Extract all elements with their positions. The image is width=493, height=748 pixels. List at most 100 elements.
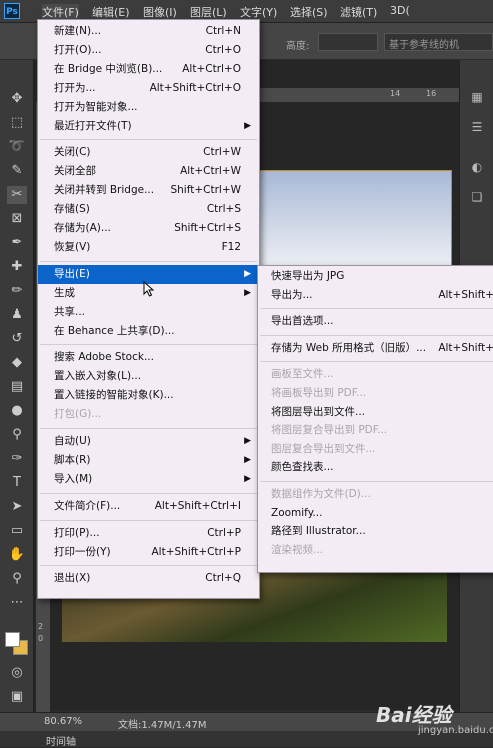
file-menu-item-m[interactable]: 导入(M) ▶ (38, 470, 259, 489)
marquee-tool-icon[interactable]: ⬚ (7, 114, 27, 132)
menu-item-shortcut: Alt+Ctrl+O (182, 62, 241, 75)
guide-slices-button[interactable]: 基于参考线的机 (384, 33, 493, 51)
menu-item-shortcut: F12 (221, 240, 241, 253)
path-select-icon[interactable]: ➤ (7, 498, 27, 516)
file-menu-item-v[interactable]: 恢复(V) F12 (38, 238, 259, 257)
file-menu-item-r[interactable]: 脚本(R) ▶ (38, 451, 259, 470)
file-menu-item-0-4[interactable]: 打开为智能对象... (38, 98, 259, 117)
menu-filter[interactable]: 滤镜(T) (340, 4, 377, 20)
file-menu-item-y[interactable]: 打印一份(Y) Alt+Shift+Ctrl+P (38, 543, 259, 562)
file-menu-item-bridge[interactable]: 关闭并转到 Bridge... Shift+Ctrl+W (38, 181, 259, 200)
submenu-arrow-icon: ▶ (244, 473, 251, 484)
file-menu-item-x[interactable]: 退出(X) Ctrl+Q (38, 569, 259, 588)
export-menu-item-3-5[interactable]: 颜色查找表... (258, 458, 493, 477)
export-menu-item-0-1[interactable]: 导出为... Alt+Shift+ (258, 286, 493, 305)
screen-mode-icon[interactable]: ▣ (7, 688, 27, 706)
menu-item-shortcut: Alt+Shift+Ctrl+P (151, 545, 242, 558)
menu-item-label: 打包(G)... (54, 408, 102, 421)
menu-edit[interactable]: 编辑(E) (92, 4, 130, 20)
menu-3d[interactable]: 3D( (390, 4, 410, 17)
quick-select-tool-icon[interactable]: ✎ (7, 162, 27, 180)
move-tool-icon[interactable]: ✥ (7, 90, 27, 108)
slice-tool-icon[interactable]: ✂ (7, 186, 27, 204)
export-menu-item-web[interactable]: 存储为 Web 所用格式（旧版）... Alt+Shift+ (258, 339, 493, 358)
layers-panel-icon[interactable]: ❏ (469, 190, 485, 206)
pen-tool-icon[interactable]: ✑ (7, 450, 27, 468)
file-menu-item-adobe-stock[interactable]: 搜索 Adobe Stock... (38, 348, 259, 367)
history-brush-icon[interactable]: ↺ (7, 330, 27, 348)
export-menu-item-1-0[interactable]: 导出首选项... (258, 312, 493, 331)
type-tool-icon[interactable]: T (7, 474, 27, 492)
file-menu-item-2-2[interactable]: 共享... (38, 303, 259, 322)
export-menu-item-jpg[interactable]: 快速导出为 JPG (258, 267, 493, 286)
menu-item-label: 打开(O)... (54, 43, 102, 56)
export-menu-item-zoomify[interactable]: Zoomify... (258, 504, 493, 523)
export-menu-item-3-0: 画板至文件... (258, 365, 493, 384)
gradient-tool-icon[interactable]: ▤ (7, 378, 27, 396)
height-input[interactable] (318, 33, 378, 51)
menu-type[interactable]: 文字(Y) (240, 4, 277, 20)
menu-separator (40, 344, 257, 346)
file-menu-item-behance-d[interactable]: 在 Behance 上共享(D)... (38, 322, 259, 341)
lasso-tool-icon[interactable]: ➰ (7, 138, 27, 156)
file-menu-item-s[interactable]: 存储(S) Ctrl+S (38, 200, 259, 219)
menu-item-label: 画板至文件... (271, 368, 334, 381)
menu-item-label: 生成 (54, 286, 75, 299)
menu-item-shortcut: Ctrl+O (205, 43, 241, 56)
frame-tool-icon[interactable]: ⊠ (7, 210, 27, 228)
file-menu-item-n[interactable]: 新建(N)... Ctrl+N (38, 22, 259, 41)
export-menu-item-3-4: 图层复合导出到文件... (258, 440, 493, 459)
file-menu-item-p[interactable]: 打印(P)... Ctrl+P (38, 524, 259, 543)
file-menu-item-k[interactable]: 置入链接的智能对象(K)... (38, 386, 259, 405)
menu-item-label: 脚本(R) (54, 453, 91, 466)
file-menu-item-t[interactable]: 最近打开文件(T) ▶ (38, 117, 259, 136)
menu-item-shortcut: Alt+Shift+Ctrl+O (149, 81, 241, 94)
zoom-tool-icon[interactable]: ⚲ (7, 570, 27, 588)
file-menu-item-a[interactable]: 存储为(A)... Shift+Ctrl+S (38, 219, 259, 238)
menu-item-label: 自动(U) (54, 435, 91, 447)
clone-stamp-icon[interactable]: ♟ (7, 306, 27, 324)
history-panel-icon[interactable]: ▦ (469, 90, 485, 106)
export-menu-item-3-2[interactable]: 将图层导出到文件... (258, 403, 493, 422)
ruler-tick: 2 (38, 622, 44, 631)
menu-item-shortcut: Alt+Shift+ (438, 341, 493, 354)
file-menu-item-u[interactable]: 自动(U) ▶ (38, 432, 259, 451)
rectangle-tool-icon[interactable]: ▭ (7, 522, 27, 540)
more-tools-icon[interactable]: ⋯ (7, 594, 27, 612)
quick-mask-icon[interactable]: ◎ (7, 664, 27, 682)
menu-item-label: 打印(P)... (54, 526, 100, 539)
eraser-tool-icon[interactable]: ◆ (7, 354, 27, 372)
dodge-tool-icon[interactable]: ⚲ (7, 426, 27, 444)
menu-item-label: 共享... (54, 305, 86, 318)
file-menu-item-0-3[interactable]: 打开为... Alt+Shift+Ctrl+O (38, 79, 259, 98)
file-menu-item-bridge-b[interactable]: 在 Bridge 中浏览(B)... Alt+Ctrl+O (38, 60, 259, 79)
adjustments-panel-icon[interactable]: ◐ (469, 160, 485, 176)
baidu-watermark: Bai经验 jingyan.baidu.com (376, 699, 493, 743)
eyedropper-tool-icon[interactable]: ✒ (7, 234, 27, 252)
watermark-url: jingyan.baidu.com (418, 725, 493, 736)
timeline-tab-label: 时间轴 (46, 737, 76, 748)
export-menu-item-illustrator[interactable]: 路径到 Illustrator... (258, 522, 493, 541)
mouse-cursor-icon (143, 281, 155, 297)
file-menu-item-l[interactable]: 置入嵌入对象(L)... (38, 367, 259, 386)
zoom-level[interactable]: 80.67% (44, 716, 82, 727)
menu-file[interactable]: 文件(F) (42, 4, 79, 20)
file-menu-item-o[interactable]: 打开(O)... Ctrl+O (38, 41, 259, 60)
hand-tool-icon[interactable]: ✋ (7, 546, 27, 564)
properties-panel-icon[interactable]: ☰ (469, 120, 485, 136)
file-menu-item-f[interactable]: 文件简介(F)... Alt+Shift+Ctrl+I (38, 497, 259, 516)
menu-select[interactable]: 选择(S) (290, 4, 328, 20)
blur-tool-icon[interactable]: ● (7, 402, 27, 420)
doc-size: 文档:1.47M/1.47M (118, 720, 207, 731)
menu-item-label: 退出(X) (54, 572, 91, 585)
brush-tool-icon[interactable]: ✏ (7, 282, 27, 300)
menu-layer[interactable]: 图层(L) (190, 4, 227, 20)
file-menu-item-1-1[interactable]: 关闭全部 Alt+Ctrl+W (38, 162, 259, 181)
healing-brush-icon[interactable]: ✚ (7, 258, 27, 276)
menu-image[interactable]: 图像(I) (143, 4, 177, 20)
menu-item-label: 颜色查找表... (271, 461, 334, 474)
menu-separator (260, 308, 493, 310)
foreground-color-swatch[interactable] (5, 632, 20, 647)
file-menu-item-c[interactable]: 关闭(C) Ctrl+W (38, 143, 259, 162)
menu-item-label: 将画板导出到 PDF... (271, 387, 367, 399)
